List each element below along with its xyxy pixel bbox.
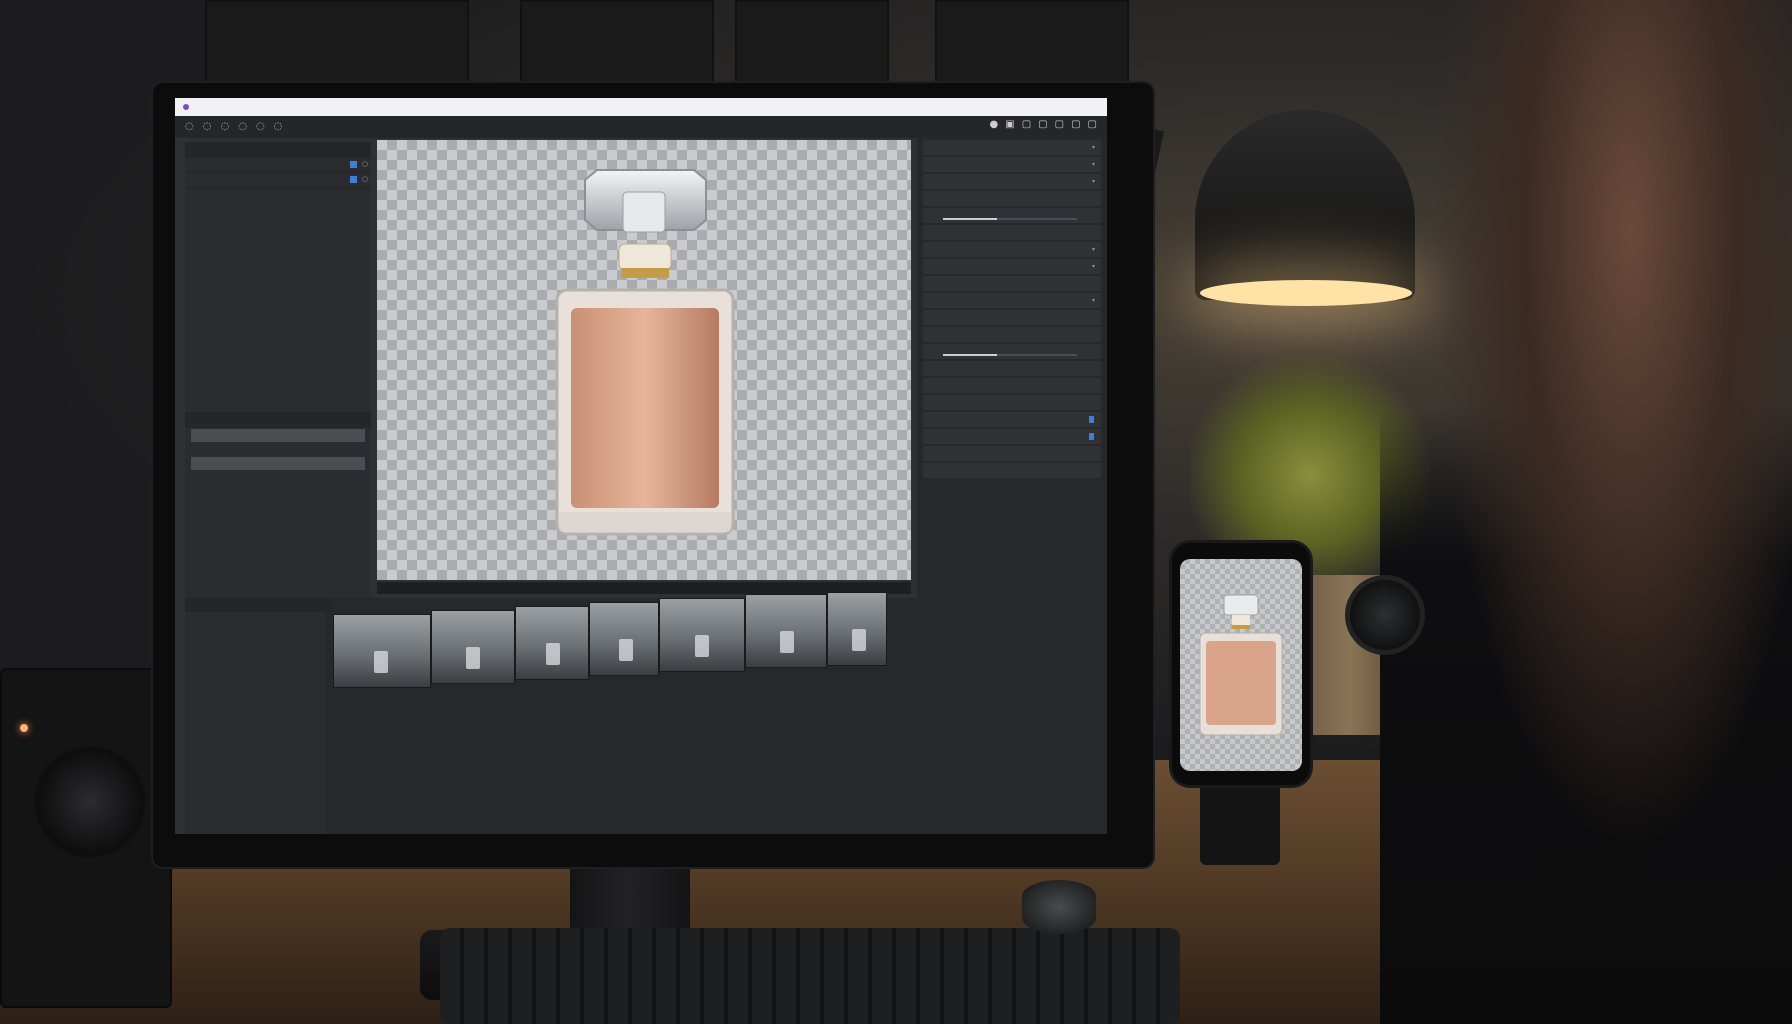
circle-tool-icon[interactable]: ◌ xyxy=(274,122,283,132)
view-icon[interactable]: ▢ xyxy=(1055,120,1064,130)
layer-row[interactable]: ○ xyxy=(185,158,371,173)
circle-tool-icon[interactable]: ◌ xyxy=(256,122,265,132)
property-row[interactable] xyxy=(923,310,1101,325)
wristwatch xyxy=(1345,575,1425,655)
circle-tool-icon[interactable]: ◌ xyxy=(185,122,194,132)
asset-item[interactable] xyxy=(185,684,325,696)
window-titlebar xyxy=(175,98,1107,116)
dropdown-chevron-icon[interactable]: ▾ xyxy=(1092,144,1095,151)
speaker-power-led xyxy=(20,724,28,732)
property-row[interactable] xyxy=(923,276,1101,291)
toolbar-right-group: ● ▣ ▢ ▢ ▢ ▢ ▢ xyxy=(990,120,1097,130)
property-row[interactable]: ▾ xyxy=(923,140,1101,155)
filmstrip-thumbnail[interactable] xyxy=(431,610,515,684)
dropdown-chevron-icon[interactable]: ▾ xyxy=(1092,246,1095,253)
layer-visible-checkbox[interactable] xyxy=(350,176,357,183)
property-slider[interactable] xyxy=(943,218,1077,220)
history-item[interactable] xyxy=(191,429,365,442)
filmstrip-thumbnail[interactable] xyxy=(827,592,887,666)
dropdown-chevron-icon[interactable]: ▾ xyxy=(1092,263,1095,270)
property-row[interactable] xyxy=(923,327,1101,342)
filmstrip-thumbnail[interactable] xyxy=(589,602,659,676)
history-section xyxy=(185,412,371,485)
image-canvas[interactable] xyxy=(377,140,911,580)
phone-preview-screen xyxy=(1180,559,1302,771)
person-silhouette xyxy=(1380,0,1792,1024)
circle-tool-icon[interactable]: ◌ xyxy=(238,122,247,132)
keyboard xyxy=(440,928,1180,1024)
app-logo-icon xyxy=(183,104,189,110)
property-row[interactable]: ▾ xyxy=(923,157,1101,172)
bottom-panel xyxy=(185,592,1107,834)
main-toolbar: ◌ ◌ ◌ ◌ ◌ ◌ ● ▣ ▢ ▢ ▢ ▢ ▢ xyxy=(175,116,1107,138)
layer-row[interactable]: ○ xyxy=(185,173,371,188)
history-title xyxy=(185,412,371,428)
filmstrip-thumbnail[interactable] xyxy=(515,606,589,680)
eye-icon[interactable]: ○ xyxy=(362,175,368,183)
filmstrip-thumbnail[interactable] xyxy=(659,598,745,672)
asset-list xyxy=(185,612,325,834)
view-icon[interactable]: ▢ xyxy=(1088,120,1097,130)
history-item[interactable] xyxy=(191,443,365,456)
filmstrip-thumbnail[interactable] xyxy=(333,614,431,688)
speaker-cone xyxy=(34,746,146,858)
history-item[interactable] xyxy=(191,471,365,484)
asset-item[interactable] xyxy=(185,636,325,648)
properties-panel: ▾ ▾ ▾ ▾ ▾ ▾ xyxy=(917,138,1107,598)
eye-icon[interactable]: ○ xyxy=(362,160,368,168)
property-toggle-row[interactable] xyxy=(923,412,1101,427)
property-toggle[interactable] xyxy=(1089,433,1094,440)
property-row[interactable] xyxy=(923,463,1101,478)
circle-tool-icon[interactable]: ◌ xyxy=(220,122,229,132)
layers-panel-tabs xyxy=(185,142,371,158)
speaker xyxy=(0,668,172,1008)
property-row[interactable] xyxy=(923,191,1101,206)
perfume-bottle-image xyxy=(555,169,735,536)
asset-item[interactable] xyxy=(185,612,325,624)
property-slider-row[interactable] xyxy=(923,344,1101,359)
property-row[interactable] xyxy=(923,361,1101,376)
view-icon[interactable]: ● xyxy=(990,120,999,130)
asset-item[interactable] xyxy=(185,648,325,660)
dropdown-chevron-icon[interactable]: ▾ xyxy=(1092,178,1095,185)
property-row[interactable]: ▾ xyxy=(923,174,1101,189)
circle-tool-icon[interactable]: ◌ xyxy=(203,122,212,132)
history-item[interactable] xyxy=(191,457,365,470)
dropdown-chevron-icon[interactable]: ▾ xyxy=(1092,161,1095,168)
property-slider[interactable] xyxy=(943,354,1077,356)
property-row[interactable] xyxy=(923,225,1101,240)
property-toggle[interactable] xyxy=(1089,416,1094,423)
asset-item[interactable] xyxy=(185,660,325,672)
filmstrip-title xyxy=(325,598,331,610)
property-slider-row[interactable] xyxy=(923,208,1101,223)
perfume-bottle-preview xyxy=(1199,594,1283,736)
phone-stand xyxy=(1200,775,1280,865)
view-icon[interactable]: ▢ xyxy=(1071,120,1080,130)
asset-item[interactable] xyxy=(185,624,325,636)
view-icon[interactable]: ▢ xyxy=(1022,120,1031,130)
smartphone xyxy=(1172,543,1310,785)
filmstrip-thumbnail[interactable] xyxy=(745,594,827,668)
wall-poster xyxy=(935,0,1129,94)
wall-poster xyxy=(520,0,714,94)
wall-poster xyxy=(205,0,469,94)
property-row[interactable] xyxy=(923,378,1101,393)
property-toggle-row[interactable] xyxy=(923,429,1101,444)
property-row[interactable] xyxy=(923,395,1101,410)
view-icon[interactable]: ▢ xyxy=(1038,120,1047,130)
control-knob xyxy=(1022,880,1096,934)
property-row[interactable]: ▾ xyxy=(923,259,1101,274)
property-row[interactable]: ▾ xyxy=(923,242,1101,257)
layer-visible-checkbox[interactable] xyxy=(350,161,357,168)
editor-app-window: ◌ ◌ ◌ ◌ ◌ ◌ ● ▣ ▢ ▢ ▢ ▢ ▢ ○ ○ ▾ ▾ ▾ ▾ ▾ … xyxy=(175,98,1107,834)
wall-poster xyxy=(735,0,889,94)
property-row[interactable] xyxy=(923,446,1101,461)
dropdown-chevron-icon[interactable]: ▾ xyxy=(1092,297,1095,304)
asset-item[interactable] xyxy=(185,672,325,684)
property-row[interactable]: ▾ xyxy=(923,293,1101,308)
view-icon[interactable]: ▣ xyxy=(1005,120,1014,130)
